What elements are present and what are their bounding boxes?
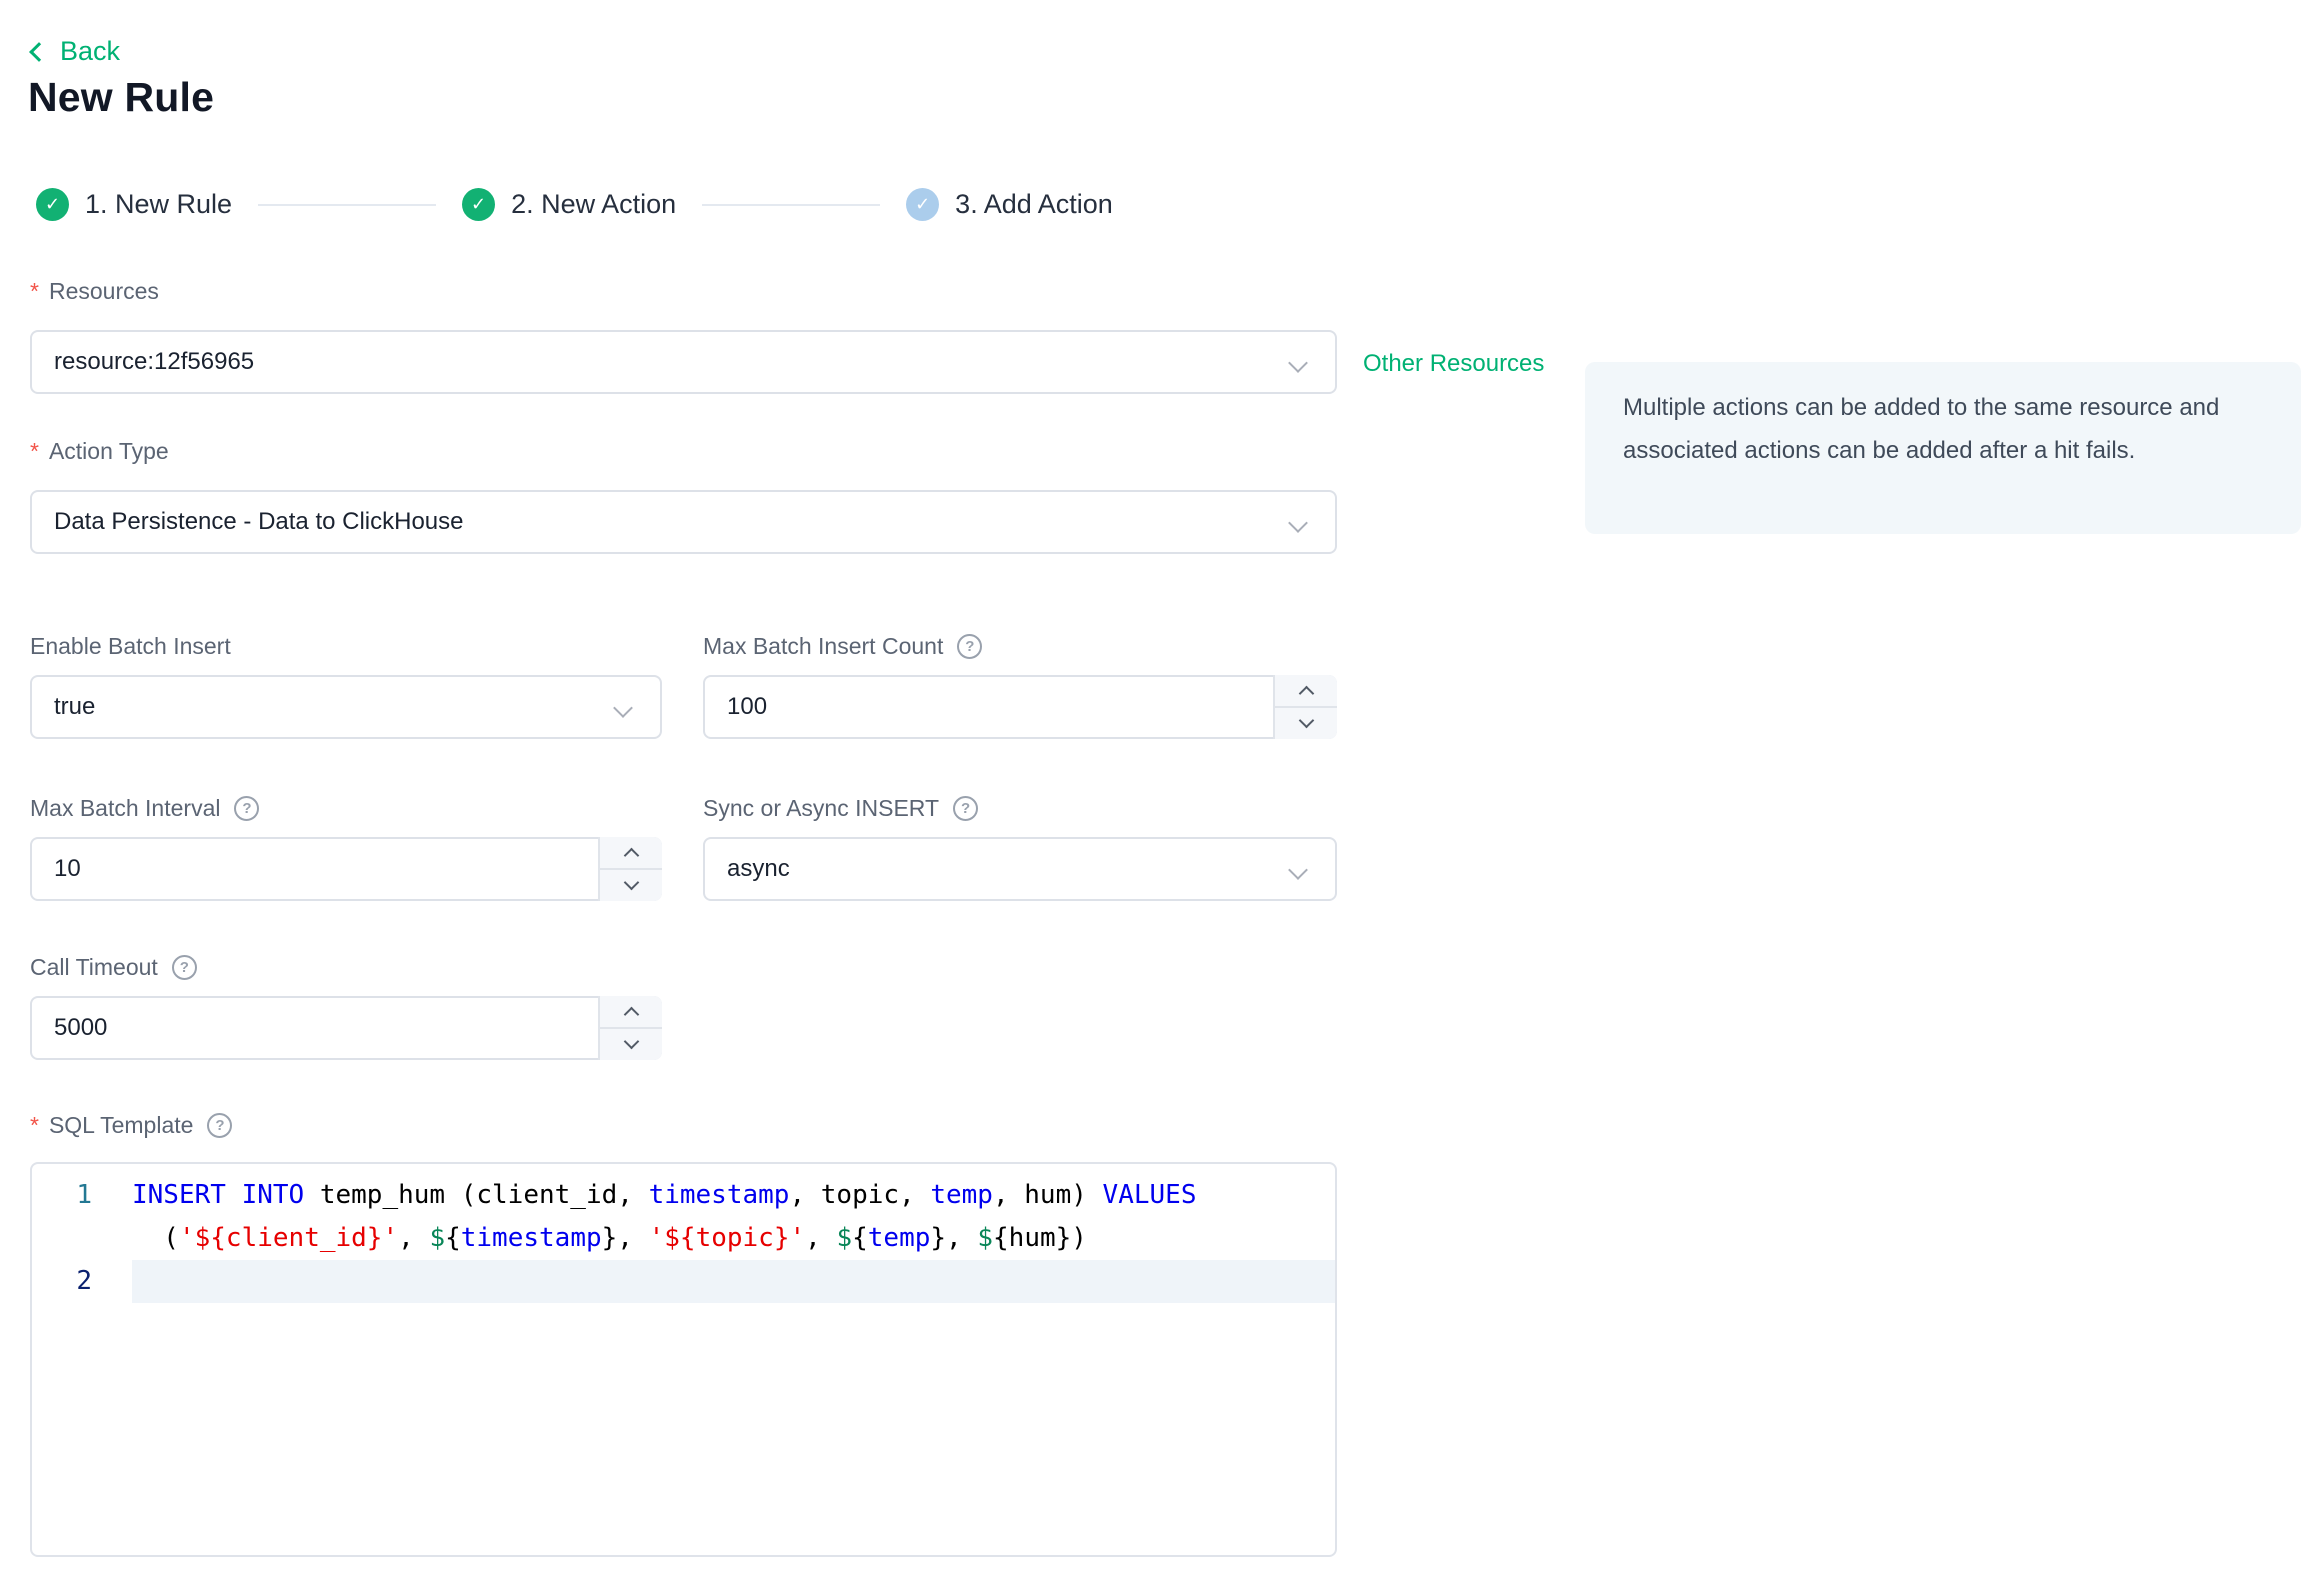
line-number: 1 [76, 1180, 92, 1210]
decrement-button[interactable] [1275, 708, 1337, 739]
code-text [132, 1260, 1335, 1303]
sql-template-editor[interactable]: 1 INSERT INTO temp_hum (client_id, timest… [30, 1162, 1337, 1557]
check-circle-icon-pending: ✓ [906, 188, 940, 221]
number-stepper [598, 837, 662, 901]
sync-async-select[interactable]: async [703, 837, 1337, 901]
resources-select-value: resource:12f56965 [54, 348, 255, 375]
help-icon[interactable]: ? [953, 795, 979, 821]
sync-async-label: Sync or Async INSERT ? [703, 793, 979, 823]
action-type-label: * Action Type [30, 437, 169, 464]
help-icon[interactable]: ? [207, 1112, 233, 1138]
enable-batch-select[interactable]: true [30, 675, 662, 739]
enable-batch-label: Enable Batch Insert [30, 632, 231, 659]
max-batch-count-value: 100 [727, 693, 768, 720]
step-connector [702, 203, 881, 206]
increment-button[interactable] [600, 837, 662, 870]
max-batch-interval-value: 10 [54, 855, 81, 882]
chevron-up-icon [623, 847, 639, 864]
code-line-row[interactable]: 1 INSERT INTO temp_hum (client_id, timest… [32, 1174, 1335, 1217]
chevron-down-icon [1288, 513, 1308, 533]
step-add-action[interactable]: ✓ 3. Add Action [906, 188, 1113, 221]
code-text: INSERT INTO temp_hum (client_id, timesta… [132, 1180, 1197, 1210]
enable-batch-select-value: true [54, 693, 96, 720]
step-new-action[interactable]: ✓ 2. New Action [462, 188, 676, 221]
code-line-row[interactable]: 2 [32, 1260, 1335, 1303]
chevron-down-icon [623, 874, 639, 891]
line-number [32, 1217, 132, 1260]
code-text: ('${client_id}', ${timestamp}, '${topic}… [132, 1223, 1087, 1253]
code-line-row[interactable]: ('${client_id}', ${timestamp}, '${topic}… [32, 1217, 1335, 1260]
required-mark: * [30, 277, 39, 304]
number-stepper [1273, 675, 1337, 739]
max-batch-count-input[interactable]: 100 [703, 675, 1337, 739]
sql-template-label: * SQL Template ? [30, 1110, 233, 1140]
max-batch-interval-label: Max Batch Interval ? [30, 793, 260, 823]
step-label: 1. New Rule [85, 189, 233, 219]
resources-select[interactable]: resource:12f56965 [30, 330, 1337, 394]
action-type-select[interactable]: Data Persistence - Data to ClickHouse [30, 490, 1337, 554]
call-timeout-input[interactable]: 5000 [30, 996, 662, 1060]
chevron-left-icon [29, 42, 49, 62]
new-rule-page: Back New Rule ✓ 1. New Rule ✓ 2. New Act… [0, 0, 2310, 1586]
decrement-button[interactable] [600, 870, 662, 901]
help-icon[interactable]: ? [171, 954, 197, 980]
back-button[interactable]: Back [29, 36, 121, 67]
chevron-down-icon [613, 698, 633, 718]
chevron-up-icon [1298, 685, 1314, 702]
chevron-down-icon [623, 1033, 639, 1050]
increment-button[interactable] [1275, 675, 1337, 708]
check-circle-icon: ✓ [462, 188, 496, 221]
required-mark: * [30, 1111, 39, 1138]
step-connector [258, 203, 437, 206]
other-resources-link[interactable]: Other Resources [1363, 350, 1544, 378]
chevron-up-icon [623, 1006, 639, 1023]
step-label: 3. Add Action [955, 189, 1113, 219]
sync-async-select-value: async [727, 855, 790, 882]
help-icon[interactable]: ? [957, 633, 983, 659]
increment-button[interactable] [600, 996, 662, 1029]
max-batch-count-label: Max Batch Insert Count ? [703, 631, 983, 661]
step-new-rule[interactable]: ✓ 1. New Rule [36, 188, 232, 221]
sql-editor-lines: 1 INSERT INTO temp_hum (client_id, timest… [32, 1174, 1335, 1303]
step-label: 2. New Action [511, 189, 677, 219]
chevron-down-icon [1288, 353, 1308, 373]
back-label: Back [60, 36, 121, 66]
wizard-stepper: ✓ 1. New Rule ✓ 2. New Action ✓ 3. Add A… [36, 188, 1113, 221]
page-title: New Rule [28, 74, 215, 120]
help-icon[interactable]: ? [234, 795, 260, 821]
info-card: Multiple actions can be added to the sam… [1585, 362, 2301, 534]
required-mark: * [30, 437, 39, 464]
decrement-button[interactable] [600, 1029, 662, 1060]
resources-label: * Resources [30, 277, 159, 304]
action-type-select-value: Data Persistence - Data to ClickHouse [54, 508, 464, 535]
chevron-down-icon [1288, 860, 1308, 880]
max-batch-interval-input[interactable]: 10 [30, 837, 662, 901]
call-timeout-value: 5000 [54, 1014, 108, 1041]
number-stepper [598, 996, 662, 1060]
call-timeout-label: Call Timeout ? [30, 952, 197, 982]
chevron-down-icon [1298, 712, 1314, 729]
check-circle-icon: ✓ [36, 188, 69, 221]
line-number: 2 [76, 1266, 92, 1296]
